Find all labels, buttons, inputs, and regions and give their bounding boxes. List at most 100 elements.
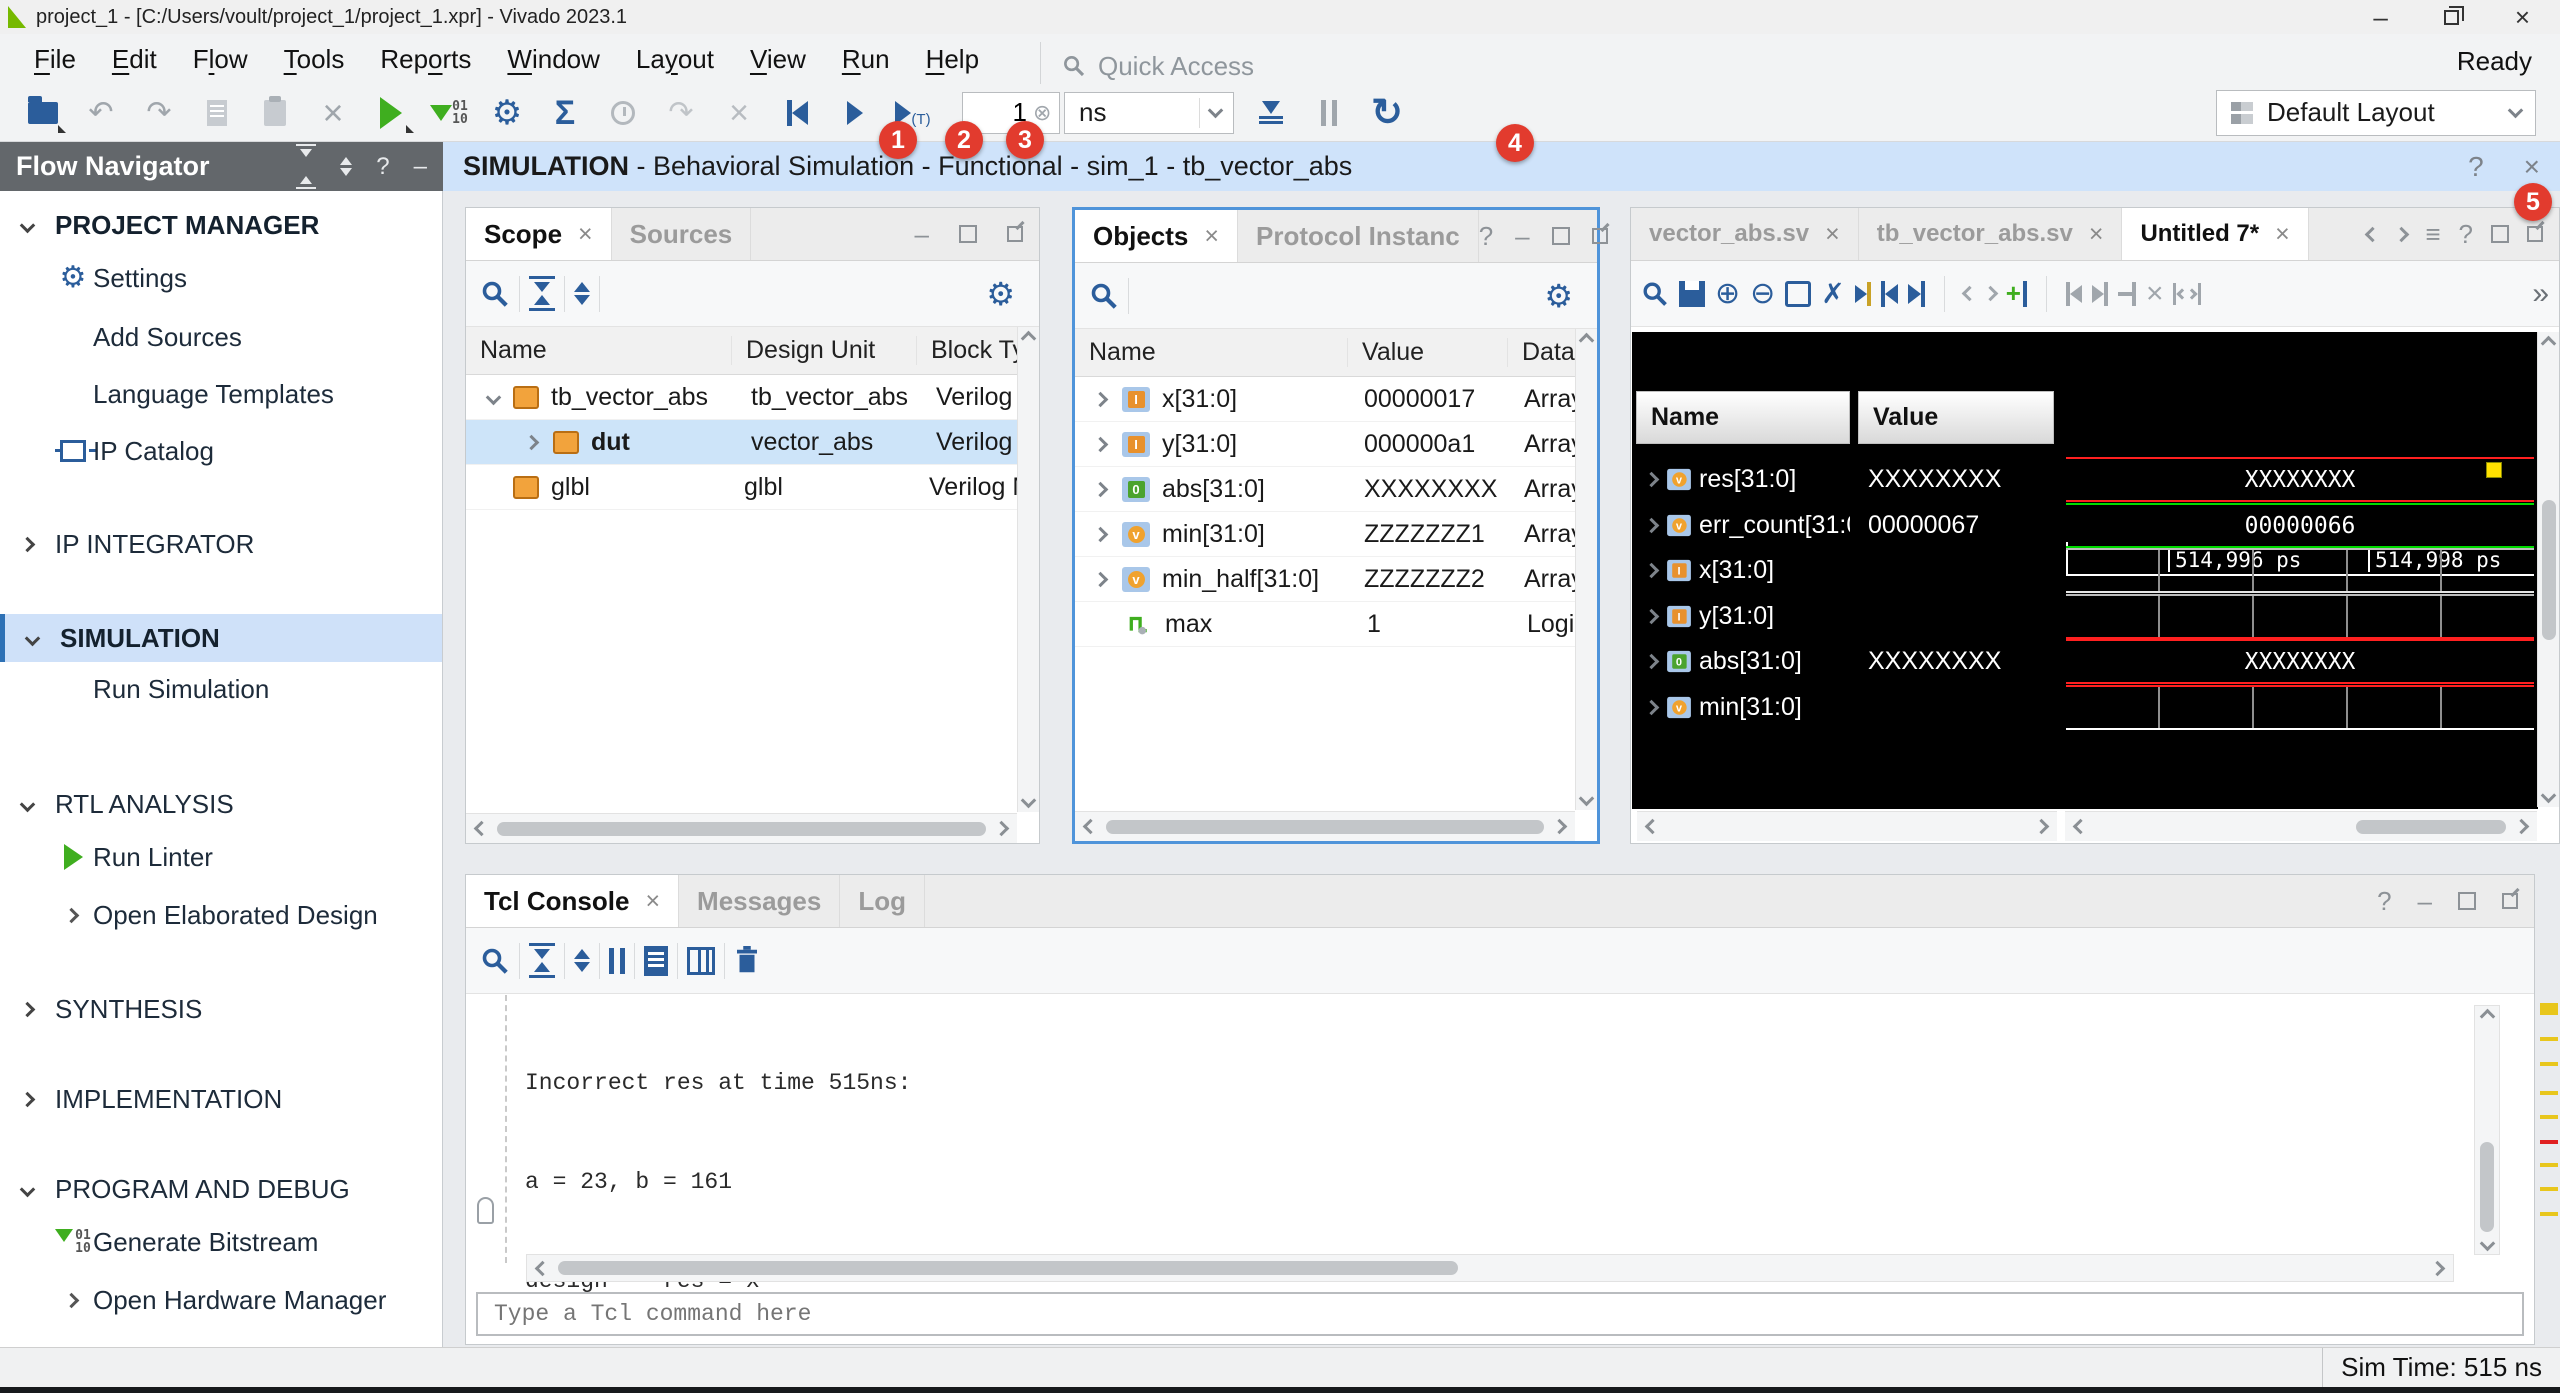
scroll-up-icon[interactable] bbox=[2479, 1009, 2495, 1025]
wave-column-header-value[interactable]: Value bbox=[1858, 391, 2054, 444]
minimize-icon[interactable]: – bbox=[915, 219, 929, 250]
warning-marker[interactable] bbox=[2540, 1187, 2558, 1191]
horizontal-scrollbar[interactable] bbox=[2065, 811, 2537, 841]
help-icon[interactable]: ? bbox=[1479, 221, 1493, 252]
scroll-right-icon[interactable] bbox=[2514, 819, 2530, 835]
horizontal-scrollbar[interactable] bbox=[1637, 811, 2057, 841]
maximize-icon[interactable] bbox=[2491, 225, 2509, 243]
column-header-value[interactable]: Value bbox=[1347, 338, 1507, 367]
table-row[interactable]: I y[31:0] 000000a1 Array bbox=[1075, 422, 1597, 467]
vertical-scrollbar[interactable] bbox=[2474, 1005, 2500, 1255]
scroll-left-icon[interactable] bbox=[1645, 819, 1661, 835]
sidebar-section-implementation[interactable]: IMPLEMENTATION bbox=[0, 1076, 442, 1122]
clear-time-icon[interactable]: ⊗ bbox=[1033, 100, 1051, 126]
wave-signal-name[interactable]: Iy[31:0] bbox=[1636, 594, 1850, 639]
chevron-right-icon[interactable] bbox=[1093, 481, 1109, 497]
generate-bitstream-button[interactable]: 0110 bbox=[420, 89, 478, 137]
close-icon[interactable]: × bbox=[645, 887, 660, 916]
copy-icon[interactable] bbox=[644, 946, 668, 976]
copy-button[interactable] bbox=[188, 89, 246, 137]
zoom-fit-icon[interactable] bbox=[1785, 281, 1811, 307]
menu-layout[interactable]: Layout bbox=[618, 44, 732, 75]
menu-flow[interactable]: Flow bbox=[175, 44, 266, 75]
expand-all-icon[interactable] bbox=[340, 149, 352, 184]
run-button[interactable] bbox=[362, 89, 420, 137]
scroll-down-icon[interactable] bbox=[2541, 788, 2557, 804]
scroll-up-icon[interactable] bbox=[1021, 331, 1037, 347]
table-row[interactable]: I x[31:0] 00000017 Array bbox=[1075, 377, 1597, 422]
chevron-right-icon[interactable] bbox=[1093, 436, 1109, 452]
scroll-up-icon[interactable] bbox=[1579, 333, 1595, 349]
scroll-left-icon[interactable] bbox=[1083, 819, 1099, 835]
settings-button[interactable]: ⚙ bbox=[478, 89, 536, 137]
save-icon[interactable] bbox=[1679, 281, 1705, 307]
menu-reports[interactable]: Reports bbox=[362, 44, 489, 75]
float-icon[interactable] bbox=[2527, 226, 2543, 242]
error-marker-strip[interactable] bbox=[2540, 995, 2558, 1261]
search-icon[interactable] bbox=[1089, 281, 1119, 311]
tab-protocol-instances[interactable]: Protocol Instanc bbox=[1238, 210, 1479, 262]
warning-marker[interactable] bbox=[2540, 1003, 2558, 1015]
sidebar-item-generate-bitstream[interactable]: 0110 Generate Bitstream bbox=[0, 1219, 442, 1265]
tab-scroll-right-icon[interactable] bbox=[2394, 226, 2410, 242]
expand-all-icon[interactable] bbox=[574, 949, 590, 972]
tab-objects[interactable]: Objects× bbox=[1075, 210, 1238, 262]
warning-marker[interactable] bbox=[2540, 1091, 2558, 1095]
window-close-button[interactable]: × bbox=[2515, 2, 2530, 33]
tab-messages[interactable]: Messages bbox=[679, 875, 840, 927]
wave-signal-name[interactable]: verr_count[31:0] bbox=[1636, 503, 1850, 548]
sidebar-item-add-sources[interactable]: Add Sources bbox=[0, 314, 442, 360]
search-icon[interactable] bbox=[480, 946, 510, 976]
wave-signal-name[interactable]: vmin[31:0] bbox=[1636, 685, 1850, 730]
maximize-icon[interactable] bbox=[1552, 227, 1570, 245]
close-icon[interactable]: × bbox=[2275, 220, 2290, 249]
warning-marker[interactable] bbox=[2540, 1115, 2558, 1119]
zoom-in-icon[interactable]: ⊕ bbox=[1715, 279, 1740, 309]
float-icon[interactable] bbox=[2502, 893, 2518, 909]
close-icon[interactable]: × bbox=[2089, 220, 2104, 249]
wave-signal-name[interactable]: Ix[31:0] bbox=[1636, 548, 1850, 593]
next-transition-icon[interactable] bbox=[1908, 281, 1925, 307]
zoom-out-icon[interactable]: ⊖ bbox=[1750, 279, 1775, 309]
tab-vector-abs-sv[interactable]: vector_abs.sv× bbox=[1631, 208, 1859, 260]
tab-untitled-7[interactable]: Untitled 7*× bbox=[2122, 208, 2308, 260]
open-project-button[interactable] bbox=[14, 89, 72, 137]
sidebar-item-open-elaborated-design[interactable]: Open Elaborated Design bbox=[0, 892, 442, 938]
overflow-icon[interactable]: » bbox=[2532, 277, 2549, 311]
close-icon[interactable]: × bbox=[1825, 220, 1840, 249]
add-marker-icon[interactable]: + bbox=[2006, 278, 2027, 309]
column-header-name[interactable]: Name bbox=[466, 336, 731, 365]
warning-marker[interactable] bbox=[2540, 1212, 2558, 1216]
paste-button[interactable] bbox=[246, 89, 304, 137]
tab-tb-vector-abs-sv[interactable]: tb_vector_abs.sv× bbox=[1859, 208, 2123, 260]
menu-help[interactable]: Help bbox=[908, 44, 997, 75]
table-row-selected[interactable]: dut vector_abs Verilog M bbox=[466, 420, 1039, 465]
chevron-right-icon[interactable] bbox=[524, 434, 540, 450]
minimize-icon[interactable]: – bbox=[1515, 221, 1529, 252]
menu-edit[interactable]: Edit bbox=[94, 44, 175, 75]
horizontal-scrollbar[interactable] bbox=[1075, 811, 1575, 841]
vertical-scrollbar[interactable] bbox=[2537, 332, 2559, 807]
close-icon[interactable]: × bbox=[2524, 151, 2540, 183]
search-icon[interactable] bbox=[1641, 280, 1669, 308]
vertical-scrollbar[interactable] bbox=[1575, 329, 1597, 810]
table-row[interactable]: glbl glbl Verilog M bbox=[466, 465, 1039, 510]
collapse-all-icon[interactable] bbox=[529, 276, 555, 311]
minimize-icon[interactable]: – bbox=[414, 153, 427, 181]
warning-marker[interactable] bbox=[2540, 1163, 2558, 1167]
pause-output-icon[interactable] bbox=[609, 948, 625, 974]
sidebar-section-synthesis[interactable]: SYNTHESIS bbox=[0, 986, 442, 1032]
close-icon[interactable]: × bbox=[1204, 222, 1219, 251]
table-row[interactable]: v min_half[31:0] ZZZZZZZ2 Array bbox=[1075, 557, 1597, 602]
sidebar-section-simulation[interactable]: SIMULATION bbox=[0, 614, 442, 662]
run-all-button[interactable] bbox=[826, 89, 884, 137]
menu-run[interactable]: Run bbox=[824, 44, 908, 75]
sidebar-section-project-manager[interactable]: PROJECT MANAGER bbox=[0, 202, 442, 248]
tab-sources[interactable]: Sources bbox=[612, 208, 752, 260]
scroll-down-icon[interactable] bbox=[1021, 793, 1037, 809]
minimize-icon[interactable]: – bbox=[2418, 886, 2432, 917]
vertical-scrollbar[interactable] bbox=[1017, 327, 1039, 812]
tab-scope[interactable]: Scope× bbox=[466, 208, 612, 260]
scroll-right-icon[interactable] bbox=[2034, 819, 2050, 835]
scroll-right-icon[interactable] bbox=[2430, 1260, 2446, 1276]
